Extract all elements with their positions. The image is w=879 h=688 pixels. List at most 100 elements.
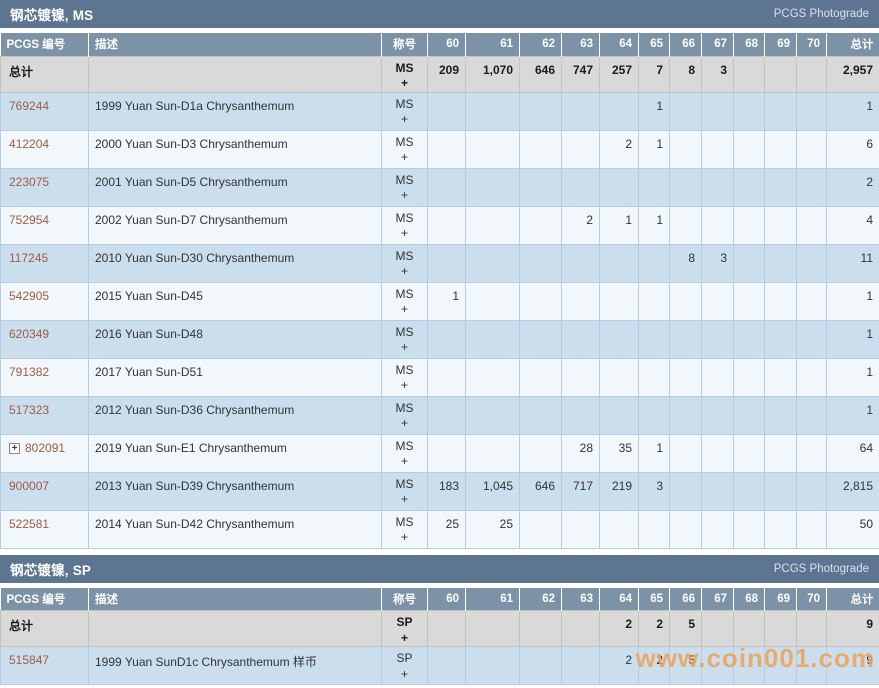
designation-line: MS xyxy=(395,96,414,111)
pcgs-number-link[interactable]: 517323 xyxy=(9,403,49,417)
grade-67-cell xyxy=(701,91,734,131)
designation-cell: MS + xyxy=(381,509,428,549)
col-header-grade-66: 66 xyxy=(669,587,702,611)
grade-63-cell xyxy=(561,281,600,321)
designation-cell: SP + xyxy=(381,646,428,686)
totals-grade-65-cell: 2 xyxy=(638,610,670,648)
grade-63-cell: 717 xyxy=(561,471,600,511)
pcgs-number-link[interactable]: 791382 xyxy=(9,365,49,379)
col-header-grade-70: 70 xyxy=(796,33,827,56)
col-header-pcgs-number: PCGS 编号 xyxy=(0,587,89,611)
table-row: 223075 2001 Yuan Sun-D5 Chrysanthemum MS +2 xyxy=(0,167,879,207)
totals-grade-68-cell xyxy=(733,55,765,93)
grade-60-cell xyxy=(427,167,466,207)
pcgs-population-page: 钢芯镀镍, MS PCGS Photograde PCGS 编号 描述 称号 6… xyxy=(0,0,879,688)
designation-line: + xyxy=(400,264,408,279)
grade-66-cell xyxy=(669,433,702,473)
pcgs-number-link[interactable]: 769244 xyxy=(9,99,49,113)
description-cell: 2001 Yuan Sun-D5 Chrysanthemum xyxy=(88,167,382,207)
totals-designation-cell: MS + xyxy=(381,55,428,93)
grade-68-cell xyxy=(733,129,765,169)
population-table: PCGS 编号 描述 称号 60 61 62 63 64 65 66 67 68… xyxy=(0,33,879,549)
totals-grade-63-cell: 747 xyxy=(561,55,600,93)
designation-line: SP xyxy=(396,615,413,630)
grade-68-cell xyxy=(733,243,765,283)
grade-65-cell xyxy=(638,167,670,207)
totals-grade-70-cell xyxy=(796,55,827,93)
pcgs-number-link[interactable]: 900007 xyxy=(9,479,49,493)
grade-62-cell xyxy=(519,509,562,549)
designation-cell: MS + xyxy=(381,167,428,207)
pcgs-number-link[interactable]: 117245 xyxy=(9,251,48,265)
table-row: 517323 2012 Yuan Sun-D36 Chrysanthemum MS +… xyxy=(0,395,879,435)
grade-64-cell: 1 xyxy=(599,205,639,245)
totals-label: 总计 xyxy=(0,610,89,648)
expand-icon[interactable]: + xyxy=(9,442,20,454)
grade-63-cell xyxy=(561,319,600,359)
col-header-designation: 称号 xyxy=(381,587,428,611)
col-header-grade-65: 65 xyxy=(638,587,670,611)
designation-line: MS xyxy=(395,438,414,453)
totals-row: 总计 MS + 209 1,070 646 747 257 7 8 3 2,95… xyxy=(0,55,879,93)
grade-66-cell xyxy=(669,91,702,131)
col-header-grade-64: 64 xyxy=(599,33,639,56)
grade-61-cell xyxy=(465,205,520,245)
grade-61-cell: 1,045 xyxy=(465,471,520,511)
grade-60-cell xyxy=(427,357,466,397)
grade-61-cell xyxy=(465,129,520,169)
pcgs-number-link[interactable]: 223075 xyxy=(9,175,49,189)
designation-line: MS xyxy=(395,210,414,225)
totals-grade-60-cell: 209 xyxy=(427,55,466,93)
designation-line: MS xyxy=(395,362,414,377)
totals-grade-61-cell: 1,070 xyxy=(465,55,520,93)
totals-grade-62-cell: 646 xyxy=(519,55,562,93)
pcgs-number-link[interactable]: 412204 xyxy=(9,137,49,151)
grade-64-cell xyxy=(599,281,639,321)
photograde-link[interactable]: PCGS Photograde xyxy=(774,563,869,575)
pcgs-number-cell: 515847 xyxy=(0,646,89,686)
column-header-row: PCGS 编号 描述 称号 60 61 62 63 64 65 66 67 68… xyxy=(0,33,879,56)
grade-70-cell xyxy=(796,433,827,473)
section-title: 钢芯镀镍, MS xyxy=(10,8,94,23)
photograde-link[interactable]: PCGS Photograde xyxy=(774,8,869,20)
designation-line: + xyxy=(400,454,408,469)
designation-line: + xyxy=(400,530,408,545)
grade-63-cell xyxy=(561,167,600,207)
col-header-grade-69: 69 xyxy=(764,587,797,611)
col-header-pcgs-number: PCGS 编号 xyxy=(0,33,89,56)
grade-66-cell xyxy=(669,281,702,321)
grade-68-cell xyxy=(733,167,765,207)
grade-62-cell xyxy=(519,357,562,397)
grade-69-cell xyxy=(764,91,797,131)
pcgs-number-cell: 522581 xyxy=(0,509,89,549)
pcgs-number-link[interactable]: 620349 xyxy=(9,327,49,341)
designation-line: + xyxy=(400,492,408,507)
totals-grade-62-cell xyxy=(519,610,562,648)
pcgs-number-link[interactable]: 542905 xyxy=(9,289,49,303)
designation-line: MS xyxy=(395,60,414,75)
totals-grade-70-cell xyxy=(796,610,827,648)
grade-62-cell xyxy=(519,433,562,473)
grade-67-cell xyxy=(701,129,734,169)
totals-description-cell xyxy=(88,55,382,93)
pcgs-number-link[interactable]: 522581 xyxy=(9,517,49,531)
grade-65-cell: 1 xyxy=(638,205,670,245)
pcgs-number-cell: 412204 xyxy=(0,129,89,169)
description-cell: 2017 Yuan Sun-D51 xyxy=(88,357,382,397)
designation-line: + xyxy=(400,76,408,91)
grade-62-cell xyxy=(519,319,562,359)
grade-61-cell xyxy=(465,395,520,435)
totals-designation-cell: SP + xyxy=(381,610,428,648)
grade-60-cell xyxy=(427,91,466,131)
description-cell: 2015 Yuan Sun-D45 xyxy=(88,281,382,321)
grade-61-cell xyxy=(465,357,520,397)
pcgs-number-cell: 769244 xyxy=(0,91,89,131)
grade-63-cell xyxy=(561,91,600,131)
total-cell: 64 xyxy=(826,433,879,473)
totals-grade-63-cell xyxy=(561,610,600,648)
grade-66-cell: 8 xyxy=(669,243,702,283)
pcgs-number-link[interactable]: 752954 xyxy=(9,213,49,227)
totals-grade-67-cell xyxy=(701,610,734,648)
pcgs-number-link[interactable]: 802091 xyxy=(25,441,65,455)
pcgs-number-link[interactable]: 515847 xyxy=(9,653,49,667)
